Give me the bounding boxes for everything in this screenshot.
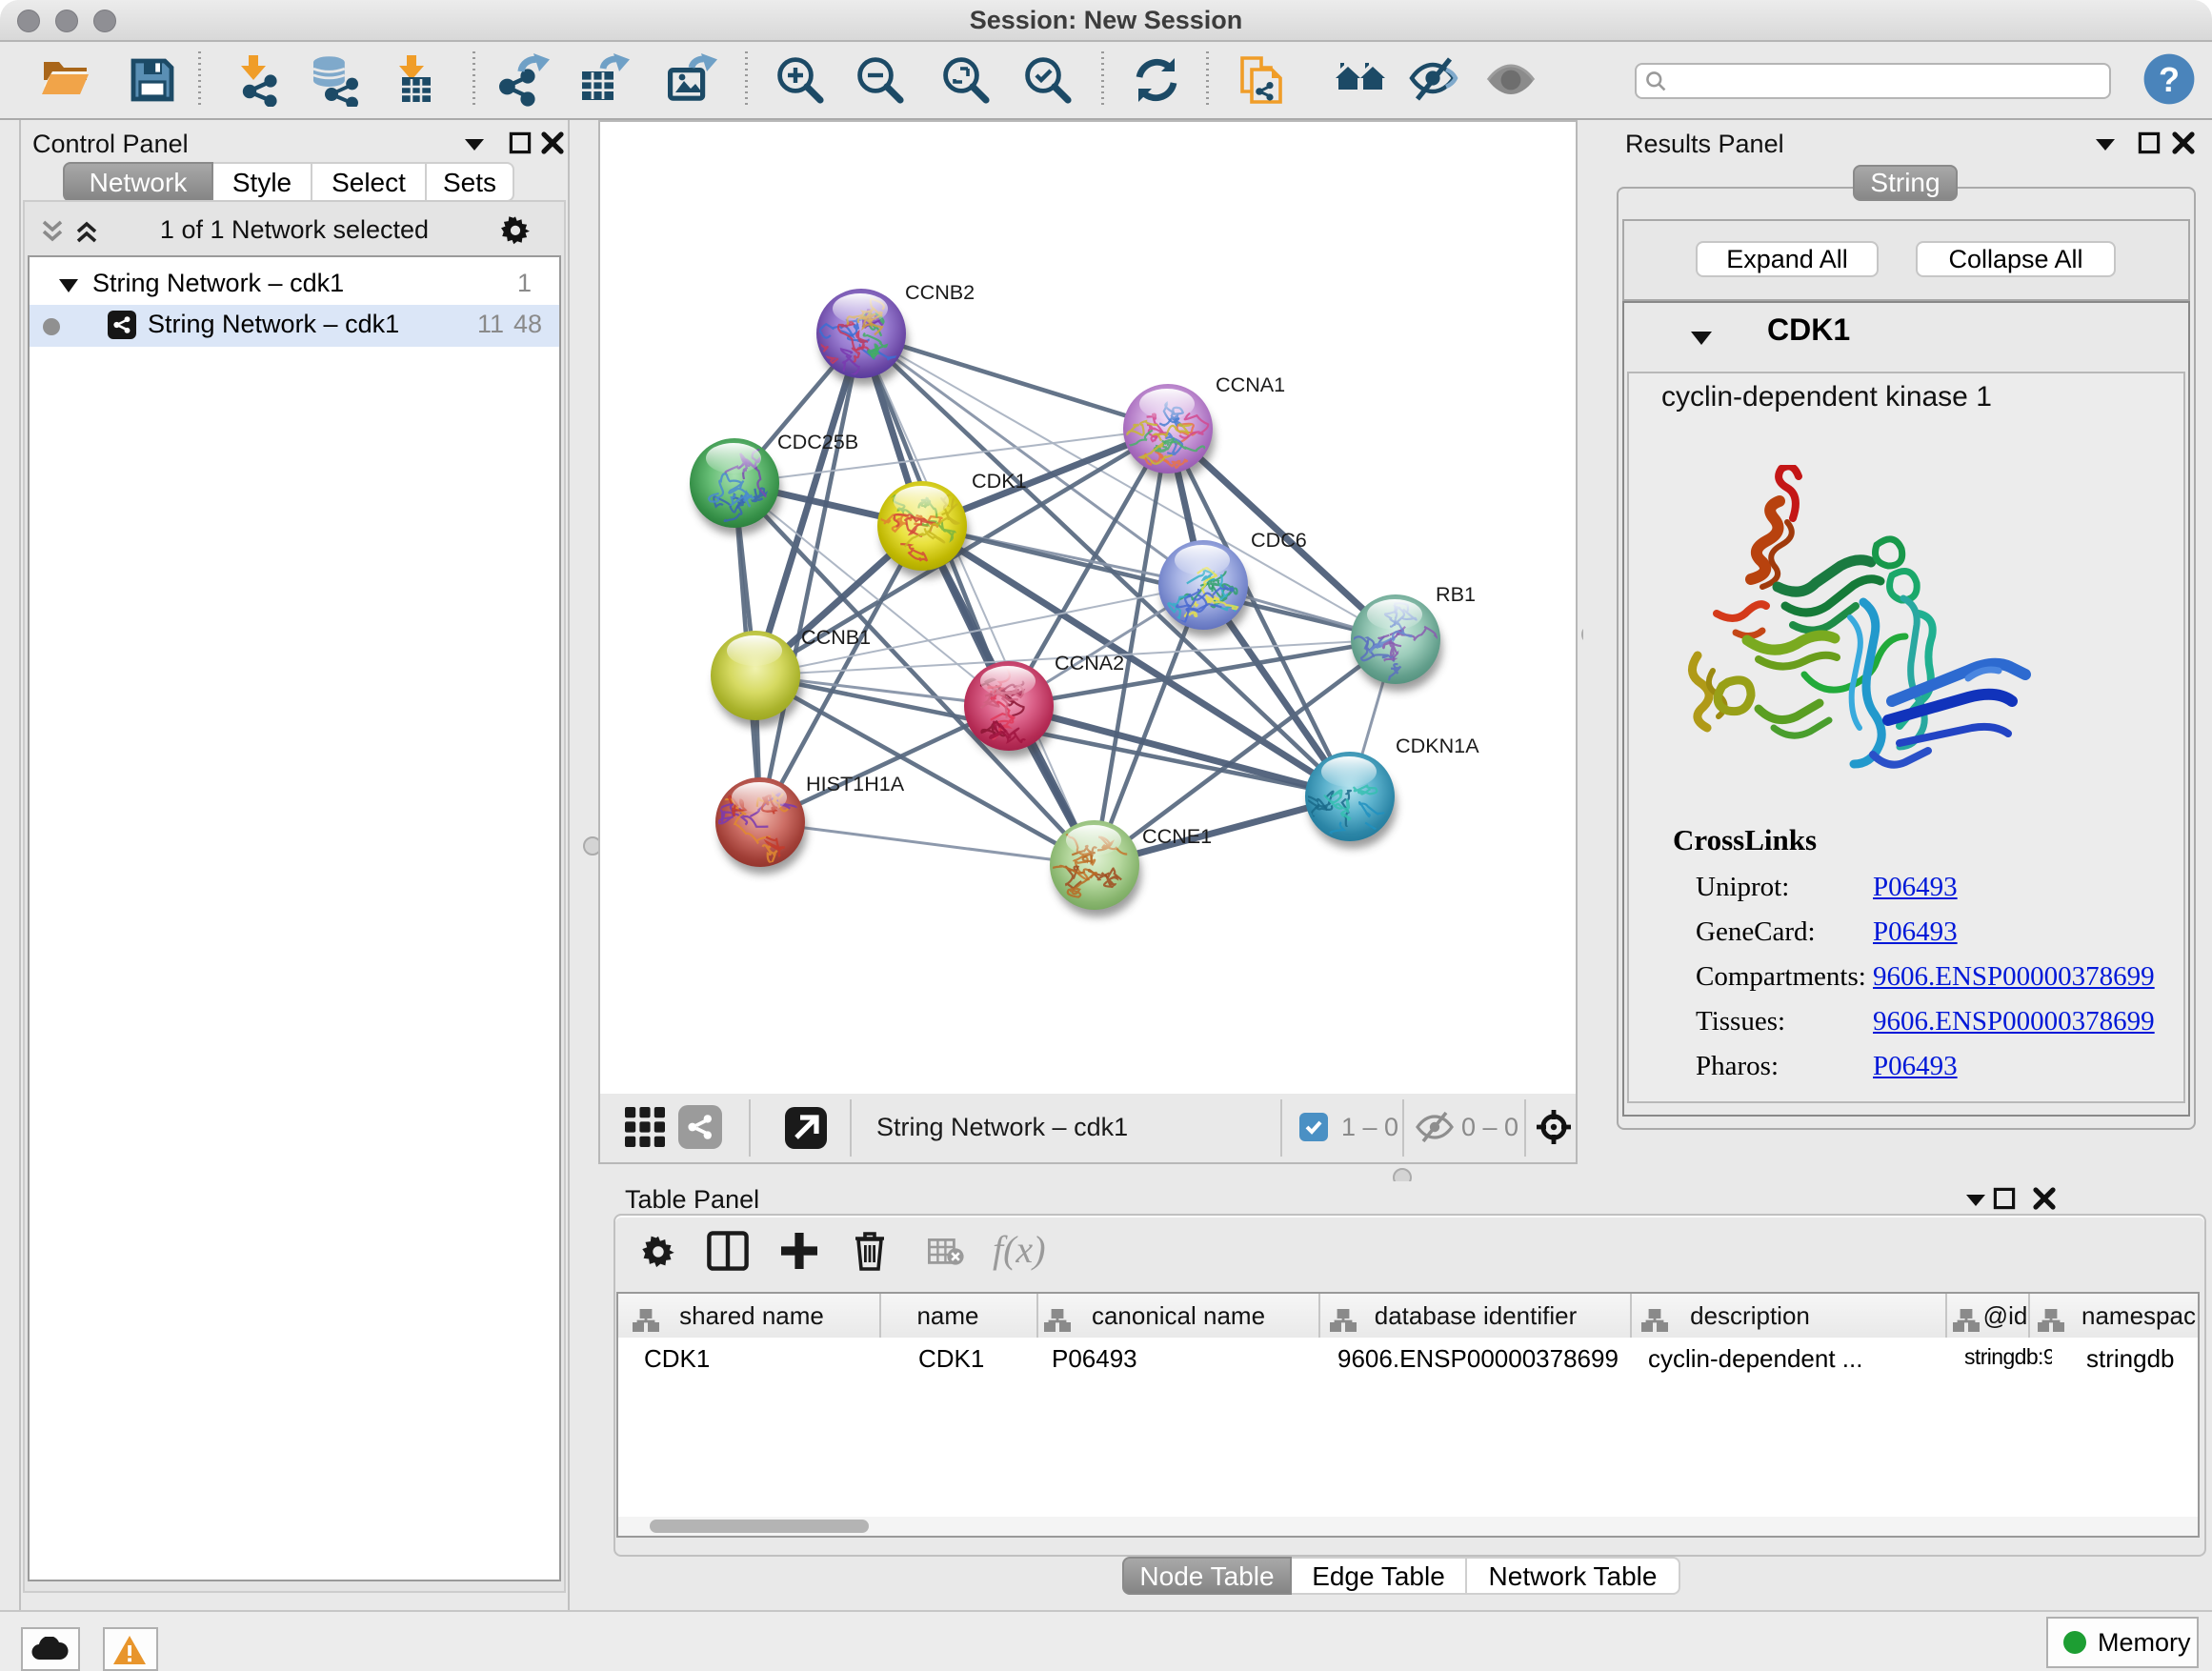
svg-text:?: ? bbox=[2159, 60, 2180, 99]
svg-text:CDK1: CDK1 bbox=[972, 469, 1027, 493]
svg-text:CCNA1: CCNA1 bbox=[1216, 372, 1285, 396]
svg-text:CCNE1: CCNE1 bbox=[1142, 824, 1212, 848]
svg-text:CCNA2: CCNA2 bbox=[1055, 651, 1124, 674]
svg-text:CCNB1: CCNB1 bbox=[801, 625, 871, 649]
svg-text:RB1: RB1 bbox=[1436, 582, 1476, 606]
svg-text:CDKN1A: CDKN1A bbox=[1396, 734, 1479, 757]
svg-text:HIST1H1A: HIST1H1A bbox=[806, 772, 905, 795]
svg-text:CCNB2: CCNB2 bbox=[905, 280, 975, 304]
svg-text:CDC25B: CDC25B bbox=[777, 430, 858, 453]
svg-text:CDC6: CDC6 bbox=[1251, 528, 1307, 552]
